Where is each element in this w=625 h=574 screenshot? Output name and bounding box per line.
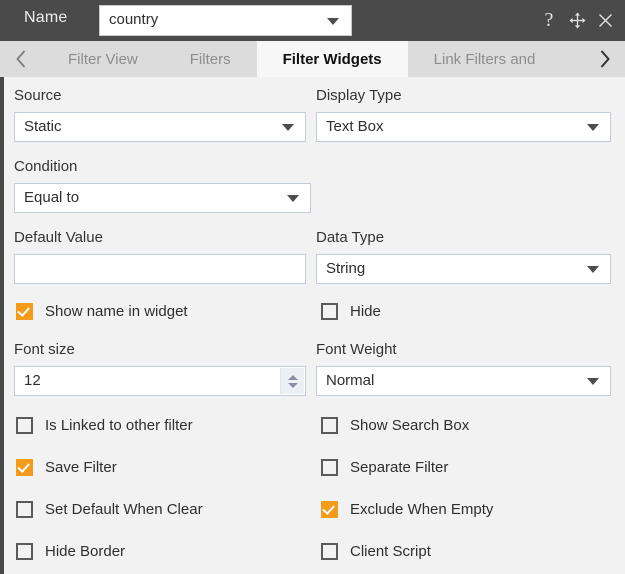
checkbox-label: Exclude When Empty xyxy=(350,501,494,518)
chevron-right-icon xyxy=(598,49,611,69)
tab-strip: Filter View Filters Filter Widgets Link … xyxy=(0,41,625,77)
chevron-down-icon xyxy=(587,378,599,385)
condition-label: Condition xyxy=(14,158,78,175)
chevron-down-icon[interactable] xyxy=(287,382,298,388)
display-type-label: Display Type xyxy=(316,87,402,104)
filter-widgets-form: Source Static Display Type Text Box Cond… xyxy=(0,77,625,574)
checkbox-label: Hide xyxy=(350,303,381,320)
dialog-titlebar: Name country ? xyxy=(0,0,625,41)
tab-list: Filter View Filters Filter Widgets Link … xyxy=(42,41,583,77)
checkbox-box xyxy=(321,303,338,320)
tabs-scroll-right-button[interactable] xyxy=(583,41,625,77)
source-label: Source xyxy=(14,87,62,104)
checkbox-box xyxy=(321,459,338,476)
checkbox-is-linked-to-other-filter[interactable]: Is Linked to other filter xyxy=(16,417,193,434)
checkbox-label: Save Filter xyxy=(45,459,117,476)
font-size-field: Font size 12 xyxy=(14,341,306,396)
source-select[interactable]: Static xyxy=(14,112,306,142)
checkbox-exclude-when-empty[interactable]: Exclude When Empty xyxy=(321,501,493,518)
checkbox-box xyxy=(16,543,33,560)
checkbox-set-default-when-clear[interactable]: Set Default When Clear xyxy=(16,501,203,518)
condition-select[interactable]: Equal to xyxy=(14,183,311,213)
data-type-value: String xyxy=(326,260,366,277)
data-type-select[interactable]: String xyxy=(316,254,611,284)
chevron-down-icon xyxy=(287,195,299,202)
checkbox-label: Separate Filter xyxy=(350,459,449,476)
condition-value: Equal to xyxy=(24,189,80,206)
window-buttons: ? xyxy=(536,0,618,41)
move-arrows-icon[interactable] xyxy=(564,7,590,35)
checkbox-separate-filter[interactable]: Separate Filter xyxy=(321,459,448,476)
checkbox-label: Show Search Box xyxy=(350,417,470,434)
display-type-select[interactable]: Text Box xyxy=(316,112,611,142)
close-x-icon[interactable] xyxy=(592,7,618,35)
tabs-scroll-left-button[interactable] xyxy=(0,41,42,77)
checkbox-box xyxy=(16,459,33,476)
chevron-left-icon xyxy=(15,49,28,69)
font-weight-value: Normal xyxy=(326,372,375,389)
font-weight-label: Font Weight xyxy=(316,341,397,358)
filter-name-select[interactable]: country xyxy=(99,5,352,36)
checkbox-hide-border[interactable]: Hide Border xyxy=(16,543,125,560)
display-type-field: Display Type Text Box xyxy=(316,87,611,142)
checkbox-label: Client Script xyxy=(350,543,431,560)
checkbox-box xyxy=(16,303,33,320)
font-size-stepper[interactable]: 12 xyxy=(14,366,306,396)
checkbox-box xyxy=(321,417,338,434)
checkbox-label: Is Linked to other filter xyxy=(45,417,193,434)
tab-filters[interactable]: Filters xyxy=(163,41,257,77)
checkbox-save-filter[interactable]: Save Filter xyxy=(16,459,117,476)
checkbox-show-name-in-widget[interactable]: Show name in widget xyxy=(16,303,188,320)
data-type-field: Data Type String xyxy=(316,229,611,284)
checkbox-box xyxy=(321,501,338,518)
checkbox-label: Hide Border xyxy=(45,543,126,560)
display-type-value: Text Box xyxy=(326,118,384,135)
condition-field: Condition Equal to xyxy=(14,158,311,213)
font-size-label: Font size xyxy=(14,341,75,358)
checkbox-box xyxy=(16,417,33,434)
default-value-field: Default Value xyxy=(14,229,306,284)
tab-filter-view[interactable]: Filter View xyxy=(42,41,164,77)
filter-name-value: country xyxy=(109,11,159,28)
help-icon[interactable]: ? xyxy=(536,7,562,35)
source-field: Source Static xyxy=(14,87,306,142)
chevron-down-icon xyxy=(587,266,599,273)
filter-widgets-dialog: Name country ? Filter View Filters Filte… xyxy=(0,0,625,574)
checkbox-client-script[interactable]: Client Script xyxy=(321,543,431,560)
checkbox-show-search-box[interactable]: Show Search Box xyxy=(321,417,469,434)
checkbox-label: Set Default When Clear xyxy=(45,501,203,518)
checkbox-label: Show name in widget xyxy=(45,303,188,320)
tab-link-filters-and[interactable]: Link Filters and xyxy=(407,41,562,77)
data-type-label: Data Type xyxy=(316,229,385,246)
font-size-value: 12 xyxy=(24,372,41,389)
checkbox-box xyxy=(16,501,33,518)
font-weight-field: Font Weight Normal xyxy=(316,341,611,396)
chevron-down-icon xyxy=(327,18,339,25)
source-value: Static xyxy=(24,118,62,135)
checkbox-box xyxy=(321,543,338,560)
chevron-down-icon xyxy=(587,124,599,131)
chevron-down-icon xyxy=(282,124,294,131)
tab-filter-widgets[interactable]: Filter Widgets xyxy=(256,41,408,77)
default-value-label: Default Value xyxy=(14,229,103,246)
default-value-input[interactable] xyxy=(14,254,306,284)
font-weight-select[interactable]: Normal xyxy=(316,366,611,396)
chevron-up-icon[interactable] xyxy=(287,374,298,380)
name-label: Name xyxy=(24,9,68,26)
spinner-buttons[interactable] xyxy=(280,368,304,394)
checkbox-hide[interactable]: Hide xyxy=(321,303,381,320)
